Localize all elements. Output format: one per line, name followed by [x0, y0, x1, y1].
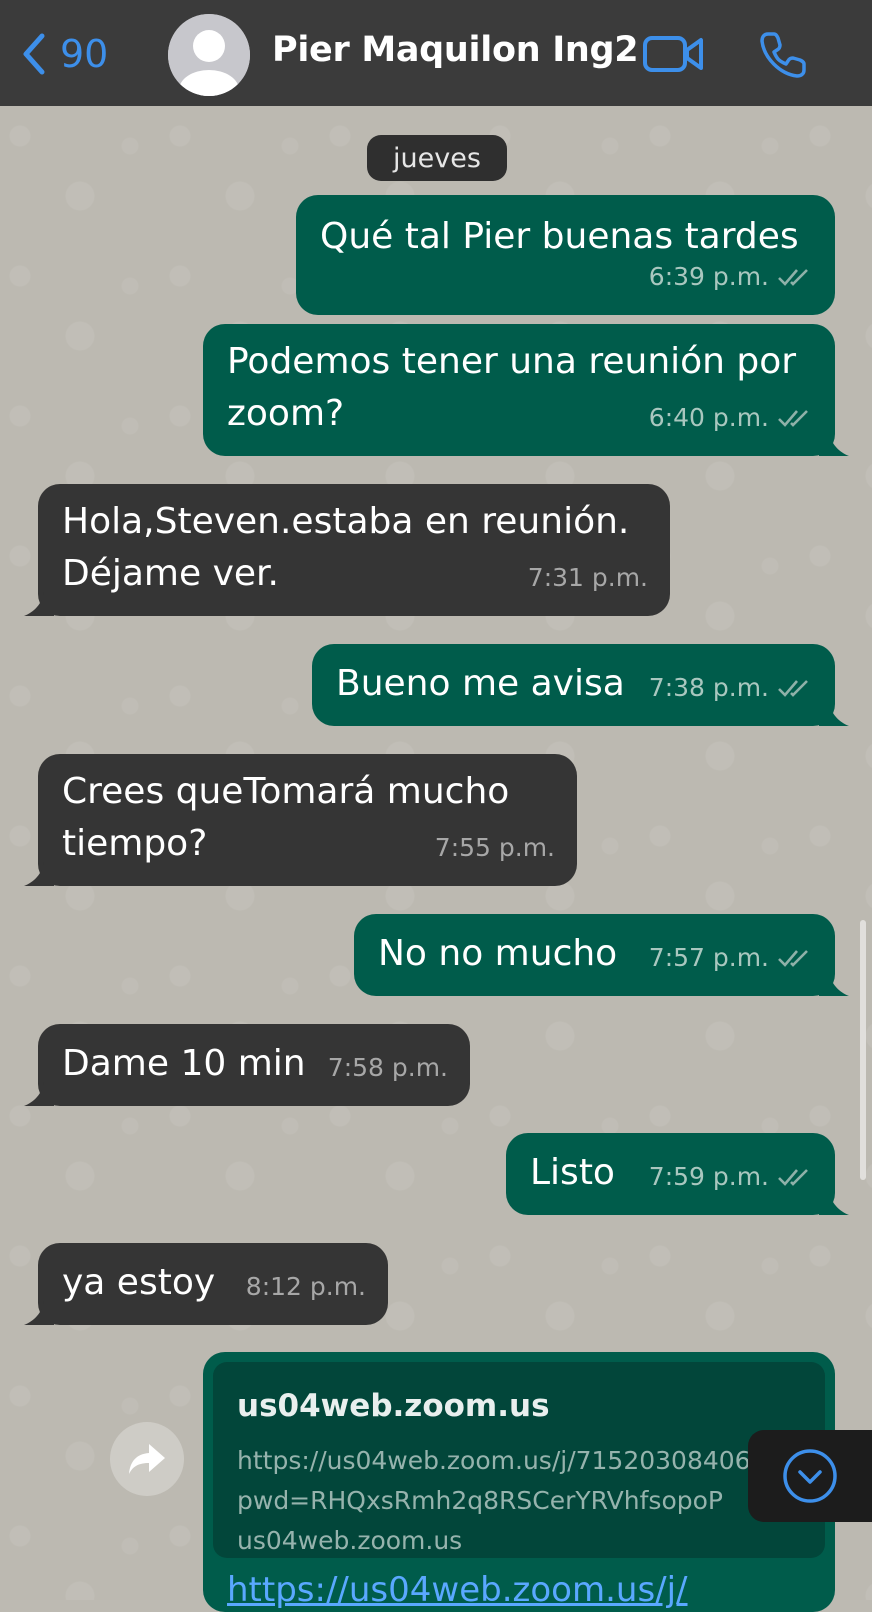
bubble-tail [24, 1301, 54, 1325]
incoming-message[interactable]: Dame 10 min 7:58 p.m. [24, 1024, 470, 1106]
double-check-icon [778, 269, 808, 286]
message-text: Bueno me avisa [336, 663, 625, 704]
double-check-icon [778, 680, 808, 697]
unread-count: 90 [60, 32, 109, 76]
message-time: 7:59 p.m. [648, 1162, 769, 1191]
video-camera-icon[interactable] [642, 30, 704, 78]
bubble-tail [24, 592, 54, 616]
message-time: 7:55 p.m. [434, 833, 555, 862]
contact-name[interactable]: Pier Maquilon Ing2 [272, 30, 639, 70]
message-meta: 7:55 p.m. [435, 822, 555, 874]
bubble-tail [24, 862, 54, 886]
message-meta: 7:38 p.m. [649, 662, 813, 714]
back-button[interactable]: 90 [18, 30, 108, 78]
message-text: Listo [530, 1152, 615, 1193]
message-meta: 7:31 p.m. [528, 552, 648, 604]
message-meta: 7:57 p.m. [649, 932, 813, 984]
forward-button[interactable] [110, 1422, 184, 1496]
incoming-message[interactable]: Crees queTomará mucho tiempo? 7:55 p.m. [24, 754, 577, 886]
outgoing-message[interactable]: Qué tal Pier buenas tardes 6:39 p.m. [296, 195, 835, 315]
double-check-icon [778, 950, 808, 967]
preview-password: pwd=RHQxsRmh2q8RSCerYRVhfsopoP [237, 1486, 723, 1515]
link-preview[interactable]: us04web.zoom.us https://us04web.zoom.us/… [213, 1362, 825, 1558]
message-time: 7:31 p.m. [527, 563, 648, 592]
chat-header: 90 Pier Maquilon Ing2 [0, 0, 872, 106]
forward-arrow-icon [129, 1444, 165, 1474]
message-text: No no mucho [378, 933, 618, 974]
message-link[interactable]: https://us04web.zoom.us/j/ [227, 1570, 688, 1610]
incoming-message[interactable]: Hola,Steven.estaba en reunión. Déjame ve… [24, 484, 670, 616]
message-time: 6:39 p.m. [648, 262, 769, 291]
bubble-tail [819, 972, 849, 996]
outgoing-message[interactable]: Listo 7:59 p.m. [506, 1133, 849, 1215]
link-message[interactable]: us04web.zoom.us https://us04web.zoom.us/… [203, 1352, 835, 1612]
outgoing-message[interactable]: No no mucho 7:57 p.m. [354, 914, 849, 996]
outgoing-message[interactable]: Bueno me avisa 7:38 p.m. [312, 644, 849, 726]
message-time: 7:57 p.m. [648, 943, 769, 972]
message-text: ya estoy [62, 1262, 216, 1303]
date-separator: jueves [367, 135, 507, 181]
preview-domain: us04web.zoom.us [237, 1526, 463, 1555]
bubble-tail [819, 432, 849, 456]
bubble-tail [819, 702, 849, 726]
scroll-to-bottom-button[interactable] [748, 1430, 872, 1522]
person-icon [168, 14, 250, 96]
outgoing-message[interactable]: Podemos tener una reunión por zoom? 6:40… [203, 324, 849, 456]
message-time: 7:58 p.m. [327, 1053, 448, 1082]
message-line: Hola,Steven.estaba en reunión. [62, 501, 630, 542]
bubble-tail [819, 1191, 849, 1215]
message-meta: 6:40 p.m. [649, 392, 813, 444]
message-text: Dame 10 min [62, 1043, 306, 1084]
bubble-tail [24, 1082, 54, 1106]
phone-icon[interactable] [758, 28, 810, 80]
message-meta: 7:59 p.m. [649, 1151, 813, 1203]
avatar[interactable] [168, 14, 250, 96]
preview-title: us04web.zoom.us [237, 1388, 550, 1424]
double-check-icon [778, 410, 808, 427]
preview-url: https://us04web.zoom.us/j/71520308406 [237, 1446, 751, 1475]
scrollbar[interactable] [860, 920, 866, 1180]
chevron-down-circle-icon [783, 1449, 837, 1503]
double-check-icon [778, 1169, 808, 1186]
message-time: 7:38 p.m. [648, 673, 769, 702]
message-meta: 6:39 p.m. [649, 251, 813, 303]
message-meta: 7:58 p.m. [328, 1042, 448, 1094]
message-line: Podemos tener una reunión por [227, 341, 797, 382]
message-line: Crees queTomará mucho [62, 771, 510, 812]
message-time: 8:12 p.m. [245, 1272, 366, 1301]
message-time: 6:40 p.m. [648, 403, 769, 432]
message-meta: 8:12 p.m. [246, 1261, 366, 1313]
incoming-message[interactable]: ya estoy 8:12 p.m. [24, 1243, 388, 1325]
chevron-left-icon [23, 33, 45, 75]
